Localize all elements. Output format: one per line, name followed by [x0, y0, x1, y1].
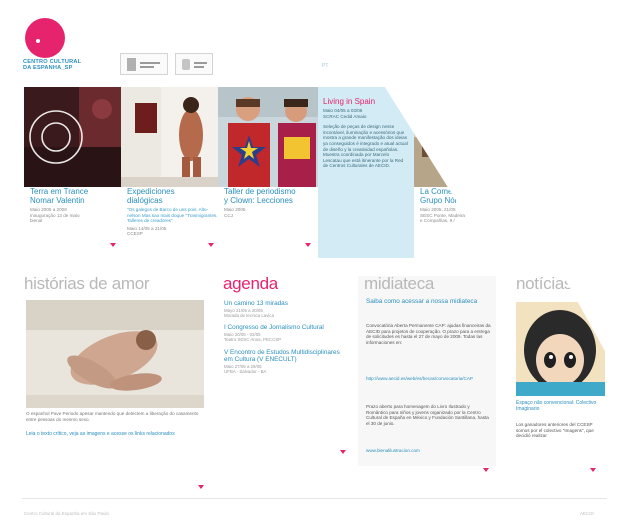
historias-description: O espanhol Pave Periodo apesar mantendo … — [26, 411, 199, 422]
embracing-couple-photo — [26, 300, 204, 408]
agenda-item[interactable]: V Encontro de Estudos Multidisciplinares… — [224, 349, 342, 375]
noticias-body: Los ganadores anteriores del CCESP somos… — [516, 422, 594, 439]
midiateca-paragraph-2: Prazo aberto para homenagem do Livro Ilu… — [366, 404, 489, 426]
more-arrow-icon[interactable] — [340, 450, 346, 454]
agenda-item-title[interactable]: Un camino 13 miradas — [224, 300, 342, 308]
decorative-diagonal-cut — [330, 0, 621, 270]
agenda-item-place: Morada de tecnica Lavica — [224, 313, 275, 318]
agenda-item-place: UFBA - Salvador - BA — [224, 369, 267, 375]
agenda-list: Un camino 13 miradas Mayo 21/05 a 20/05 … — [224, 300, 342, 375]
more-arrow-icon[interactable] — [483, 468, 489, 472]
midiateca-subtitle[interactable]: Saiba como acessar a nossa midiateca — [366, 298, 491, 306]
noticias-title[interactable]: Espaço não convencional: Colectivo Imagi… — [516, 400, 602, 413]
section-heading-agenda[interactable]: agenda — [223, 274, 278, 294]
section-heading-midiateca[interactable]: midiateca — [364, 274, 434, 294]
agenda-item-place: Teatro SESC Anna, PECCSP — [224, 337, 282, 343]
historias-image[interactable] — [26, 300, 204, 408]
footer-credit[interactable]: AECID — [580, 511, 594, 516]
more-arrow-icon[interactable] — [590, 468, 596, 472]
agenda-item-title[interactable]: V Encontro de Estudos Multidisciplinares… — [224, 349, 342, 364]
agenda-item[interactable]: Un camino 13 miradas Mayo 21/05 a 20/05 … — [224, 300, 342, 318]
agenda-item[interactable]: I Congresso de Jornalismo Cultural Maio … — [224, 324, 342, 342]
midiateca-paragraph-1: Convocatória Aberta Permanente CAP: ajud… — [366, 323, 491, 345]
midiateca-url-1[interactable]: http://www.aecid.es/web/es/becas/convoca… — [366, 376, 491, 382]
more-arrow-icon[interactable] — [198, 485, 204, 489]
decorative-diagonal-cut-noticias — [560, 270, 621, 380]
agenda-item-title[interactable]: I Congresso de Jornalismo Cultural — [224, 324, 342, 332]
footer-divider — [22, 498, 607, 499]
midiateca-url-2[interactable]: www.bienalilustracion.com — [366, 448, 491, 454]
historias-link[interactable]: Leia o texto crítico, veja as imagens e … — [26, 431, 206, 437]
footer-copyright: Centro Cultural da Espanha em São Paulo — [24, 511, 110, 516]
section-heading-historias[interactable]: histórias de amor — [24, 274, 150, 294]
